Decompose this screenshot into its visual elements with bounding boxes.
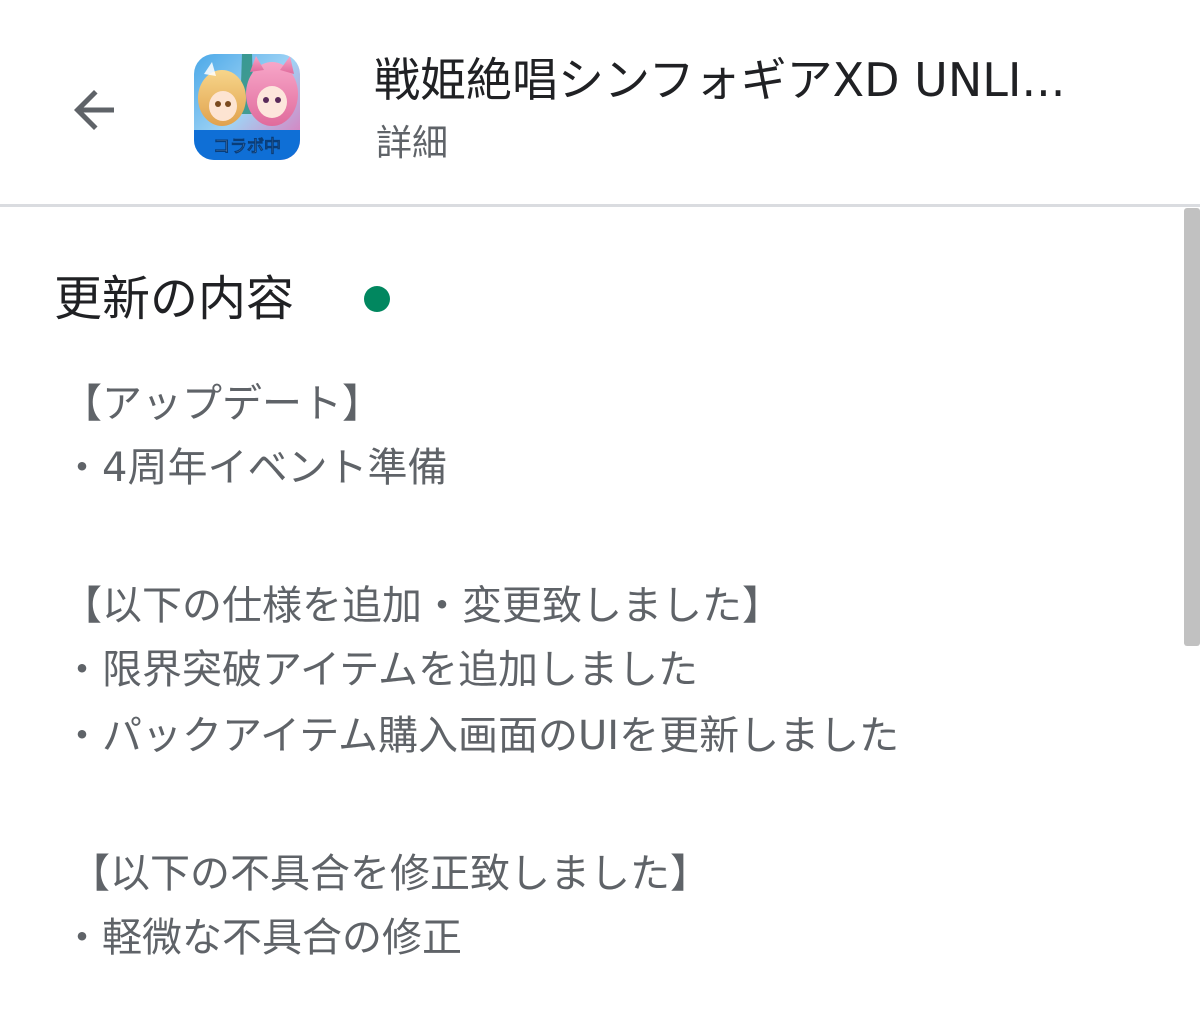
header-divider	[0, 204, 1200, 207]
section-title: 更新の内容	[54, 271, 295, 327]
notes-item-pack-ui: ・パックアイテム購入画面のUIを更新しました	[62, 713, 900, 759]
notes-heading-update: 【アップデート】	[62, 381, 382, 427]
app-subtitle: 詳細	[376, 123, 449, 164]
app-title: 戦姫絶唱シンフォギアXD UNLI...	[374, 53, 1066, 107]
notes-item-limit-break: ・限界突破アイテムを追加しました	[62, 647, 698, 693]
notes-item-anniversary: ・4周年イベント準備	[62, 445, 448, 491]
notes-heading-fix: 【以下の不具合を修正致しました】	[70, 851, 710, 897]
scrollbar[interactable]	[1184, 208, 1200, 646]
screen: コラボ中 戦姫絶唱シンフォギアXD UNLI... 詳細 更新の内容 【アップデ…	[0, 0, 1200, 1012]
notes-heading-spec: 【以下の仕様を追加・変更致しました】	[62, 583, 782, 629]
app-icon: コラボ中	[194, 54, 300, 160]
back-button[interactable]	[56, 72, 132, 148]
app-bar: コラボ中 戦姫絶唱シンフォギアXD UNLI... 詳細	[0, 0, 1200, 204]
svg-text:コラボ中: コラボ中	[213, 136, 281, 157]
new-indicator-dot	[364, 286, 390, 312]
arrow-back-icon	[74, 90, 114, 130]
notes-item-minor-fix: ・軽微な不具合の修正	[62, 915, 462, 961]
